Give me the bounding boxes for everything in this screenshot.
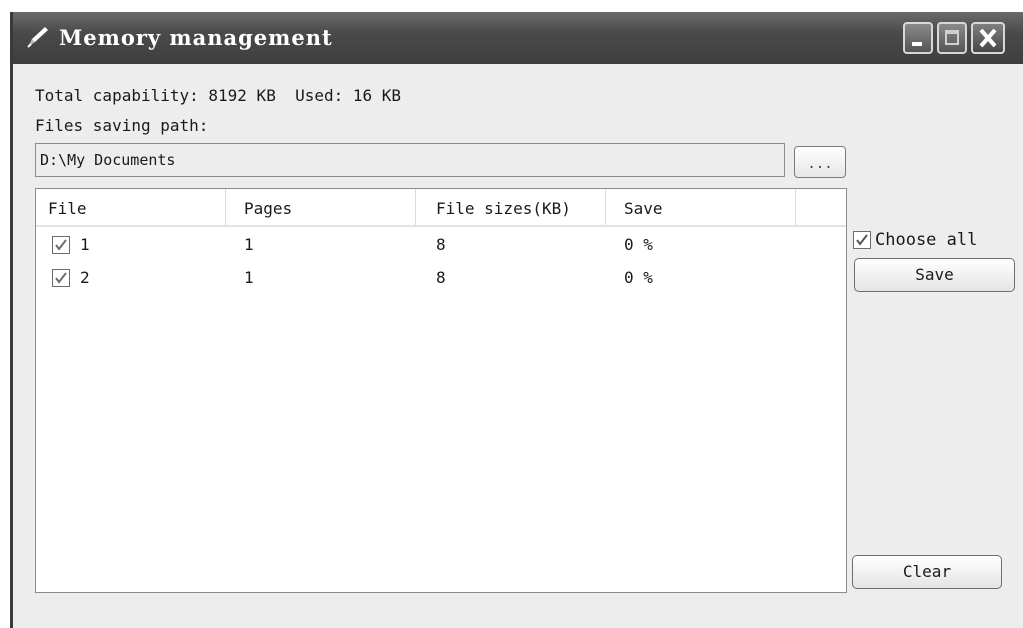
minimize-icon <box>912 42 922 46</box>
title-bar[interactable]: Memory management <box>13 12 1023 64</box>
checkmark-icon <box>55 272 67 284</box>
clear-button[interactable]: Clear <box>852 555 1002 589</box>
maximize-icon <box>945 30 959 45</box>
capacity-info: Total capability: 8192 KB Used: 16 KB <box>35 86 402 105</box>
pencil-icon <box>25 24 51 50</box>
save-progress: 0 % <box>624 235 653 254</box>
row-checkbox[interactable] <box>52 269 70 287</box>
list-item[interactable]: 1 1 8 0 % <box>36 229 846 261</box>
row-checkbox[interactable] <box>52 236 70 254</box>
file-number: 2 <box>80 268 90 287</box>
save-progress: 0 % <box>624 268 653 287</box>
column-header-file[interactable]: File <box>36 189 226 225</box>
browse-button[interactable]: ... <box>794 146 846 178</box>
file-number: 1 <box>80 235 90 254</box>
choose-all-label: Choose all <box>875 230 978 250</box>
window-title: Memory management <box>59 25 333 50</box>
path-label: Files saving path: <box>35 116 209 135</box>
column-header-save[interactable]: Save <box>606 189 796 225</box>
maximize-button[interactable] <box>937 22 967 54</box>
close-button[interactable] <box>971 22 1005 54</box>
list-header: File Pages File sizes(KB) Save <box>36 189 846 227</box>
file-size: 8 <box>436 268 446 287</box>
save-path-field[interactable]: D:\My Documents <box>35 143 785 177</box>
close-icon <box>979 28 997 48</box>
file-pages: 1 <box>244 235 254 254</box>
column-header-pages[interactable]: Pages <box>226 189 416 225</box>
file-list[interactable]: File Pages File sizes(KB) Save 1 1 8 0 % <box>35 188 847 593</box>
checkmark-icon <box>856 234 868 246</box>
minimize-button[interactable] <box>903 22 933 54</box>
column-header-file-sizes[interactable]: File sizes(KB) <box>416 189 606 225</box>
save-button[interactable]: Save <box>854 258 1015 292</box>
list-item[interactable]: 2 1 8 0 % <box>36 262 846 294</box>
file-size: 8 <box>436 235 446 254</box>
file-pages: 1 <box>244 268 254 287</box>
memory-management-window: Memory management Total capability: 8192… <box>10 12 1023 628</box>
checkmark-icon <box>55 239 67 251</box>
column-header-empty <box>796 189 846 225</box>
choose-all-checkbox[interactable] <box>853 231 871 249</box>
